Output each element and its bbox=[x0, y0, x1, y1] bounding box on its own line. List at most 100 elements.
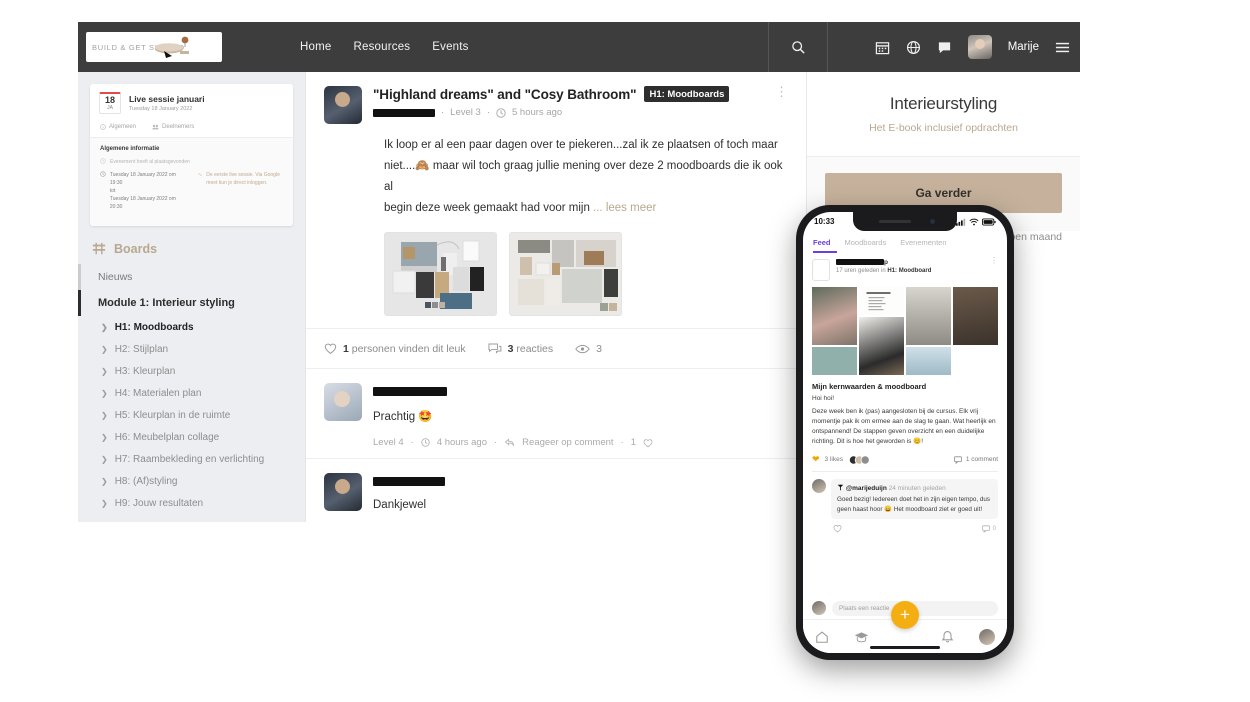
sidebar-item-label: Nieuws bbox=[98, 271, 133, 283]
nav-link-events[interactable]: Events bbox=[432, 41, 468, 53]
hamburger-icon[interactable] bbox=[1055, 40, 1070, 55]
event-past-text: Evenement heeft al plaatsgevonden bbox=[110, 159, 190, 165]
phone-tab-feed[interactable]: Feed bbox=[813, 238, 831, 247]
phone-post: p 17 uren geleden in H1: Moodboard ⋮ Mij… bbox=[803, 253, 1007, 472]
sidebar-item-h4-materialen-plan[interactable]: ❯ H4: Materialen plan bbox=[78, 382, 305, 404]
sidebar-item-label: H7: Raambekleding en verlichting bbox=[114, 453, 265, 465]
signal-icon bbox=[956, 218, 966, 226]
sidebar-item-h6-meubelplan-collage[interactable]: ❯ H6: Meubelplan collage bbox=[78, 426, 305, 448]
post-author-avatar[interactable] bbox=[324, 86, 362, 124]
event-card[interactable]: 18 JA Live sessie januari Tuesday 18 Jan… bbox=[90, 84, 293, 226]
comment-author-avatar[interactable] bbox=[324, 383, 362, 421]
comment-stat[interactable]: 3 reacties bbox=[488, 342, 553, 355]
add-button[interactable]: + bbox=[891, 601, 919, 629]
clock-icon bbox=[421, 438, 430, 447]
search-button[interactable] bbox=[768, 22, 828, 72]
sidebar-item-nieuws[interactable]: Nieuws bbox=[78, 264, 305, 290]
sidebar-item-h9-jouw-resultaten[interactable]: ❯ H9: Jouw resultaten bbox=[78, 492, 305, 514]
post-options-icon[interactable]: ⋮ bbox=[775, 85, 788, 98]
nav-link-resources[interactable]: Resources bbox=[353, 41, 410, 53]
event-tabs: Algemeen Deelnemers bbox=[90, 120, 293, 138]
read-more-link[interactable]: ... lees meer bbox=[593, 202, 656, 214]
phone-post-header: p 17 uren geleden in H1: Moodboard ⋮ bbox=[812, 257, 998, 281]
comment-icon bbox=[953, 455, 962, 464]
phone-comment-reply-count[interactable]: 0 bbox=[981, 524, 996, 533]
phone-post-options-icon[interactable]: ⋮ bbox=[990, 257, 998, 265]
home-icon[interactable] bbox=[815, 630, 829, 644]
sidebar-item-h5-kleurplan-in-de-ruimte[interactable]: ❯ H5: Kleurplan in de ruimte bbox=[78, 404, 305, 426]
heart-icon[interactable] bbox=[643, 438, 653, 448]
globe-icon[interactable] bbox=[906, 40, 921, 55]
event-time-start: Tuesday 18 January 2022 om 19:30 bbox=[109, 172, 176, 186]
heart-icon[interactable]: ❤ bbox=[812, 454, 820, 465]
chevron-right-icon: ❯ bbox=[101, 388, 108, 398]
sidebar-item-module-1[interactable]: Module 1: Interieur styling bbox=[78, 290, 305, 316]
chevron-right-icon: ❯ bbox=[101, 454, 108, 464]
sidebar-item-label: H4: Materialen plan bbox=[114, 387, 202, 399]
comment-like-count: 1 bbox=[630, 437, 636, 448]
phone-tab-evenementen[interactable]: Evenementen bbox=[900, 238, 946, 247]
top-right-actions: Marije bbox=[875, 22, 1070, 72]
sidebar-item-h8-afstyling[interactable]: ❯ H8: (Af)styling bbox=[78, 470, 305, 492]
event-detail-columns: Tuesday 18 January 2022 om 19:30 tot Tue… bbox=[100, 171, 283, 216]
post-body: Ik loop er al een paar dagen over te pie… bbox=[384, 135, 784, 219]
moodboard-image-1[interactable] bbox=[384, 232, 497, 316]
meta-separator: · bbox=[410, 437, 414, 448]
nav-link-home[interactable]: Home bbox=[300, 41, 331, 53]
chevron-right-icon: ❯ bbox=[101, 476, 108, 486]
post-author-level: Level 3 bbox=[450, 107, 481, 118]
home-indicator bbox=[870, 646, 940, 649]
post-card: ⋮ "Highland dreams" and "Cosy Bathroom" … bbox=[306, 72, 806, 329]
boards-heading: Boards bbox=[78, 226, 305, 264]
brand-logo[interactable]: BUILD & GET SKILLED bbox=[86, 32, 222, 62]
post-board-badge[interactable]: H1: Moodboards bbox=[644, 86, 730, 102]
heart-icon[interactable] bbox=[833, 524, 842, 533]
reply-link[interactable]: Reageer op comment bbox=[522, 437, 613, 448]
phone-tabs: Feed Moodboards Evenementen bbox=[803, 231, 1007, 247]
chevron-right-icon: ❯ bbox=[101, 432, 108, 442]
phone-post-greeting: Hoi hoi! bbox=[812, 395, 835, 402]
chat-icon[interactable] bbox=[937, 40, 952, 55]
phone-comments-label: 1 comment bbox=[965, 456, 998, 463]
profile-avatar[interactable] bbox=[978, 628, 995, 645]
event-link-text: De eerste live sessie. Via Google meet k… bbox=[206, 172, 280, 186]
bell-icon[interactable] bbox=[941, 630, 954, 644]
phone-comment-likes: 0 bbox=[992, 525, 996, 532]
meta-separator: · bbox=[494, 437, 498, 448]
comment-author-avatar[interactable] bbox=[324, 473, 362, 511]
post-header: "Highland dreams" and "Cosy Bathroom" H1… bbox=[324, 86, 788, 124]
event-day: 18 bbox=[104, 95, 115, 105]
academy-icon[interactable] bbox=[854, 630, 869, 644]
camera-icon bbox=[930, 219, 935, 224]
wifi-icon bbox=[969, 218, 979, 225]
phone-comment-avatar[interactable] bbox=[812, 479, 826, 493]
phone-post-board[interactable]: H1: Moodboard bbox=[887, 268, 931, 274]
phone-comment-handle[interactable]: @marijeduijn bbox=[846, 485, 887, 492]
phone-composer-avatar[interactable] bbox=[812, 601, 826, 615]
sidebar-item-h2-stijlplan[interactable]: ❯ H2: Stijlplan bbox=[78, 338, 305, 360]
like-stat[interactable]: 1 personen vinden dit leuk bbox=[324, 342, 466, 355]
sidebar-item-h1-moodboards[interactable]: ❯ H1: Moodboards bbox=[78, 316, 305, 338]
meta-separator: · bbox=[620, 437, 624, 448]
phone-post-avatar[interactable] bbox=[812, 259, 830, 281]
moodboard-image-2[interactable] bbox=[509, 232, 622, 316]
comment-item: Prachtig 🤩 Level 4 · 4 hours ago · Reage… bbox=[306, 369, 806, 459]
event-time-sep: tot bbox=[109, 188, 116, 194]
phone-handle-suffix: p bbox=[884, 259, 888, 266]
likes-label: personen vinden dit leuk bbox=[351, 342, 466, 355]
phone-tab-moodboards[interactable]: Moodboards bbox=[845, 238, 887, 247]
course-title: Interieurstyling bbox=[889, 94, 998, 113]
avatar[interactable] bbox=[967, 35, 992, 59]
comment-time: 4 hours ago bbox=[436, 437, 487, 448]
calendar-icon[interactable] bbox=[875, 40, 890, 55]
sidebar-item-h3-kleurplan[interactable]: ❯ H3: Kleurplan bbox=[78, 360, 305, 382]
event-tab-deelnemers[interactable]: Deelnemers bbox=[152, 124, 194, 130]
phone-post-meta-prefix: 17 uren geleden in bbox=[836, 268, 888, 274]
phone-post-collage[interactable] bbox=[812, 287, 998, 375]
phone-comments-meta[interactable]: 1 comment bbox=[953, 455, 998, 464]
comment-level: Level 4 bbox=[373, 437, 404, 448]
comment-author-redacted bbox=[373, 477, 445, 486]
event-tab-algemeen[interactable]: Algemeen bbox=[100, 124, 136, 130]
sidebar-item-h7-raambekleding-en-verlichting[interactable]: ❯ H7: Raambekleding en verlichting bbox=[78, 448, 305, 470]
course-subtitle: Het E-book inclusief opdrachten bbox=[869, 122, 1018, 134]
